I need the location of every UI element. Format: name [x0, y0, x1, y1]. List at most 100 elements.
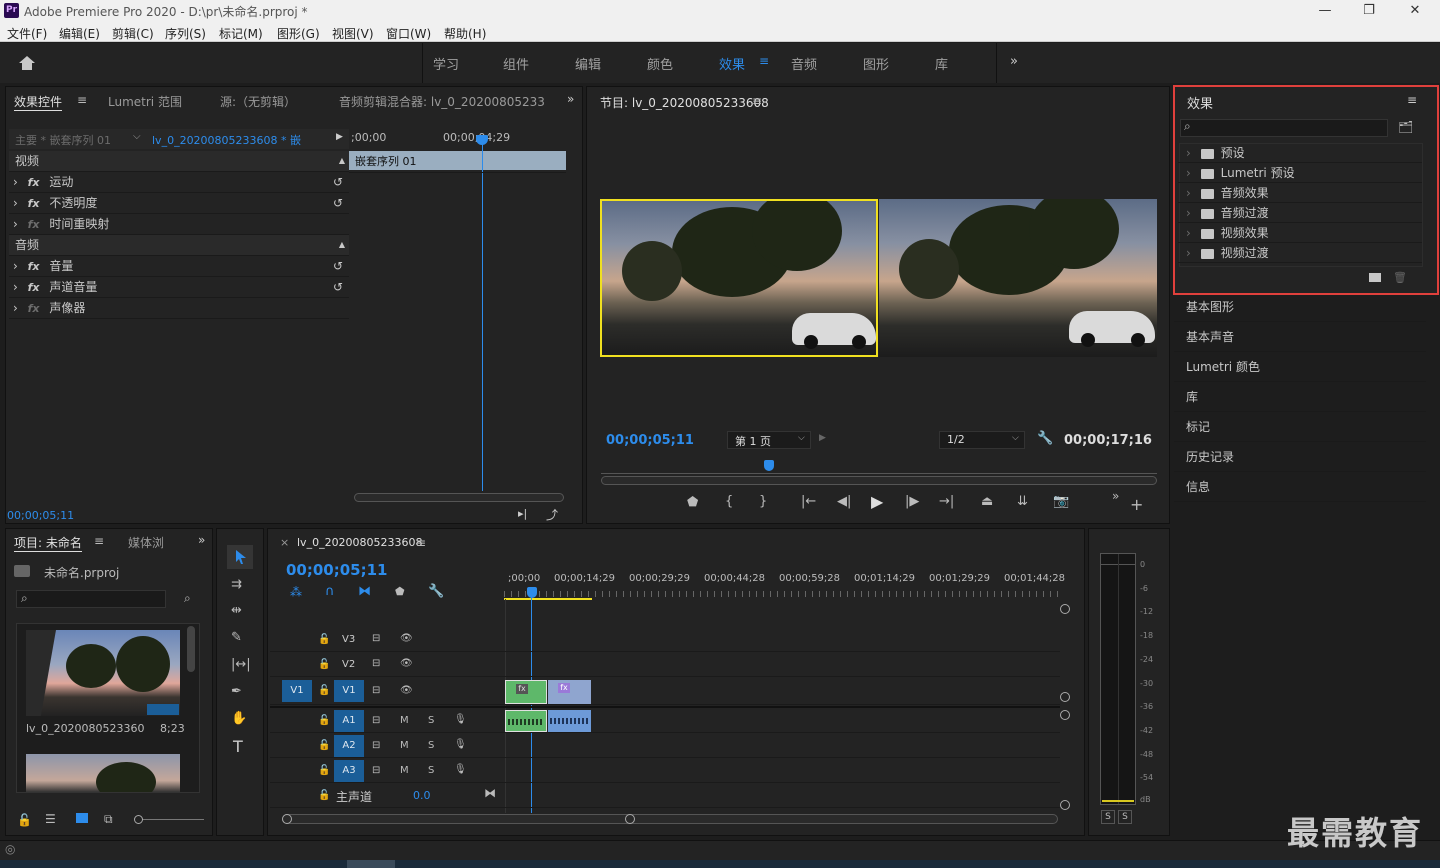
tab-menu-icon[interactable]: ≡ [77, 93, 87, 107]
workspace-graphics[interactable]: 图形 [863, 54, 889, 73]
lift-icon[interactable]: ⏏ [981, 494, 993, 509]
timeline-settings-icon[interactable]: 🔧 [428, 584, 444, 599]
home-icon[interactable] [18, 55, 36, 71]
button-overflow-icon[interactable]: » [1112, 489, 1119, 503]
video-frame-incoming[interactable] [879, 199, 1157, 357]
zoom-slider[interactable] [136, 819, 204, 820]
page-select[interactable]: 第 1 页 ⌵ [727, 431, 811, 449]
clip-thumbnail-second[interactable] [26, 754, 180, 792]
step-back-icon[interactable]: ◀| [837, 494, 851, 509]
effects-item-lumetri-presets[interactable]: › Lumetri 预设 [1178, 163, 1422, 183]
vscroll-handle-bottom[interactable] [1060, 800, 1070, 810]
type-tool-icon[interactable]: T [233, 737, 243, 756]
snap-magnet-icon[interactable]: ∩ [325, 584, 335, 599]
add-marker-icon[interactable]: ⬟ [395, 585, 405, 598]
track-target-a3[interactable]: A3 [334, 760, 364, 782]
go-to-in-icon[interactable]: |← [801, 494, 816, 509]
timeline-playhead-handle[interactable] [527, 587, 537, 598]
playhead-line[interactable] [482, 135, 483, 491]
workspace-assembly[interactable]: 组件 [503, 54, 529, 73]
menu-clip[interactable]: 剪辑(C) [112, 25, 154, 42]
clip-item-name[interactable]: lv_0_20200805233608... [26, 722, 144, 735]
bin-scrollbar[interactable] [187, 626, 195, 672]
mini-timeline-scrollbar[interactable] [354, 493, 564, 502]
tab-audio-clip-mixer[interactable]: 音频剪辑混合器: lv_0_2020080523360 [339, 93, 545, 110]
audio-clip-1[interactable] [505, 710, 547, 732]
panel-essential-sound[interactable]: 基本声音 [1174, 322, 1426, 352]
linked-selection-icon[interactable]: ⧓ [358, 584, 371, 599]
program-monitor-title[interactable]: 节目: lv_0_20200805233608 [600, 94, 769, 111]
workspace-menu-icon[interactable]: ≡ [759, 54, 769, 68]
vscroll-handle-mid[interactable] [1060, 692, 1070, 702]
add-marker-icon[interactable]: ⬟ [687, 495, 698, 510]
panel-menu-icon[interactable]: ≡ [1407, 93, 1417, 107]
track-master[interactable]: 🔓 主声道 0.0 ⧓ [270, 784, 1060, 808]
program-playhead[interactable] [764, 460, 774, 471]
meter-solo-right[interactable]: S [1118, 810, 1132, 824]
panel-libraries[interactable]: 库 [1174, 382, 1426, 412]
close-tab-icon[interactable]: × [280, 536, 289, 549]
snap-nest-icon[interactable]: ⁂ [290, 585, 302, 599]
workspace-effects[interactable]: 效果 [719, 54, 745, 73]
maximize-button[interactable]: ❐ [1346, 1, 1392, 21]
camera-icon[interactable]: 📷 [1053, 494, 1069, 509]
add-button-icon[interactable]: + [1130, 495, 1143, 514]
play-button-icon[interactable]: ▶ [871, 492, 883, 511]
video-frame-outgoing[interactable] [600, 199, 878, 357]
hscroll-handle-left[interactable] [282, 814, 292, 824]
track-v1[interactable]: V1 🔓 V1 ⊟ 👁 [270, 678, 1060, 705]
zoom-select[interactable]: 1/2 ⌵ [939, 431, 1025, 449]
meter-solo-left[interactable]: S [1101, 810, 1115, 824]
workspace-audio[interactable]: 音频 [791, 54, 817, 73]
hscroll-handle-right[interactable] [625, 814, 635, 824]
new-bin-icon[interactable]: 🗂 [1398, 120, 1413, 134]
effect-controls-timecode[interactable]: 00;00;05;11 [7, 509, 74, 522]
panel-history[interactable]: 历史记录 [1174, 442, 1426, 472]
zoom-slider-handle[interactable] [134, 815, 143, 824]
vscroll-handle-audio[interactable] [1060, 710, 1070, 720]
tab-source[interactable]: 源:（无剪辑） [220, 93, 296, 110]
track-select-tool-icon[interactable]: ⇉ [231, 577, 242, 592]
track-v2[interactable]: 🔓 V2 ⊟ 👁 [270, 653, 1060, 677]
effects-item-video-effects[interactable]: › 视频效果 [1178, 223, 1422, 243]
filter-icon[interactable]: ▸| [518, 507, 527, 520]
icon-view-icon[interactable] [76, 813, 88, 823]
extract-icon[interactable]: ⇊ [1017, 494, 1028, 509]
panel-overflow-icon[interactable]: » [198, 533, 205, 547]
program-ruler[interactable] [601, 462, 1157, 474]
play-icon[interactable]: ▶ [336, 132, 343, 142]
go-to-out-icon[interactable]: →| [939, 494, 954, 509]
tab-lumetri-scopes[interactable]: Lumetri 范围 [108, 93, 182, 110]
wrench-icon[interactable]: 🔧 [1037, 431, 1053, 446]
clip-thumbnail[interactable] [26, 630, 180, 716]
track-a3[interactable]: 🔓 A3 ⊟ M S 🎙 [270, 759, 1060, 783]
workspace-overflow-icon[interactable]: » [1010, 54, 1018, 69]
tab-effect-controls[interactable]: 效果控件 [14, 93, 63, 111]
master-clip-label[interactable]: 主要 * 嵌套序列 01 [15, 132, 111, 148]
chevron-down-icon[interactable]: ⌵ [133, 131, 141, 142]
panel-essential-graphics[interactable]: 基本图形 [1174, 292, 1426, 322]
mark-out-icon[interactable]: } [759, 494, 767, 509]
lock-icon[interactable]: 🔓 [17, 813, 32, 827]
timeline-hscrollbar[interactable] [282, 814, 1058, 824]
track-a1[interactable]: 🔓 A1 ⊟ M S 🎙 [270, 708, 1060, 733]
play-icon[interactable]: ▶ [819, 433, 826, 443]
clip-name-label[interactable]: lv_0_20200805233608 * 嵌... [152, 132, 302, 148]
minimize-button[interactable]: — [1302, 1, 1348, 21]
effect-row-panner[interactable]: › fx 声像器 [9, 298, 349, 319]
razor-tool-icon[interactable]: ✎ [231, 630, 242, 645]
workspace-editing[interactable]: 编辑 [575, 54, 601, 73]
new-folder-icon[interactable] [1369, 273, 1381, 282]
export-icon[interactable]: ⤴ [546, 506, 558, 523]
menu-edit[interactable]: 编辑(E) [59, 25, 100, 42]
vscroll-handle-top[interactable] [1060, 604, 1070, 614]
trash-icon[interactable]: 🗑 [1393, 271, 1407, 284]
timeline-ruler[interactable]: ;00;00 00;00;14;29 00;00;29;29 00;00;44;… [504, 567, 1065, 600]
ripple-edit-tool-icon[interactable]: ⇹ [231, 603, 242, 618]
hand-tool-icon[interactable]: ✋ [231, 711, 247, 726]
track-a2[interactable]: 🔓 A2 ⊟ M S 🎙 [270, 734, 1060, 758]
tab-menu-icon[interactable]: ≡ [94, 534, 104, 548]
panel-menu-icon[interactable]: ≡ [752, 94, 762, 108]
tab-sequence[interactable]: lv_0_20200805233608 [297, 536, 423, 549]
panel-markers[interactable]: 标记 [1174, 412, 1426, 442]
